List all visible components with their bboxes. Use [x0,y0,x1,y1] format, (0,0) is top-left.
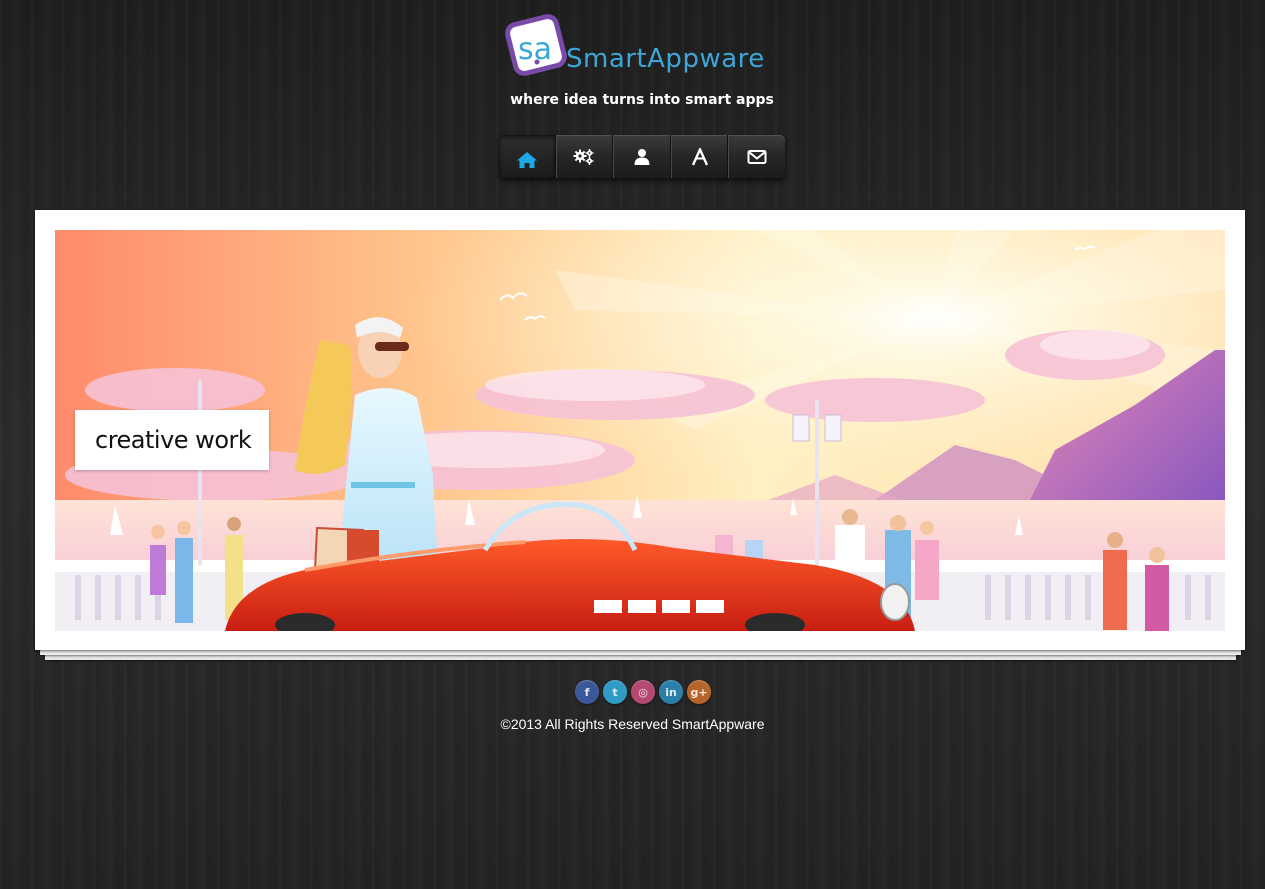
dribbble-icon[interactable]: ◎ [631,680,655,704]
linkedin-icon[interactable]: in [659,680,683,704]
gears-icon [573,148,594,165]
nav-about[interactable] [613,135,671,178]
twitter-icon[interactable]: t [603,680,627,704]
copyright: ©2013 All Rights Reserved SmartAppware [500,716,765,732]
slide-dot-2[interactable] [628,600,656,613]
tagline: where idea turns into smart apps [510,92,774,108]
slider-panel: creative work [35,210,1245,650]
brand-name[interactable]: SmartAppware [566,44,765,74]
slider-banner-image[interactable]: creative work [55,230,1225,631]
nav-contact[interactable] [728,135,785,178]
slide-dot-1[interactable] [594,600,622,613]
facebook-icon[interactable]: f [575,680,599,704]
user-icon [634,148,650,165]
nav-home[interactable] [499,135,556,178]
letter-a-icon [691,147,708,165]
social-links: f t ◎ in g+ [575,680,711,704]
slide-dot-3[interactable] [662,600,690,613]
slide-dot-4[interactable] [696,600,724,613]
home-icon [516,152,537,168]
main-nav [499,135,785,178]
google-plus-icon[interactable]: g+ [687,680,711,704]
envelope-icon [747,149,767,164]
nav-services[interactable] [555,135,614,178]
slide-caption: creative work [75,410,269,470]
logo-mark[interactable]: sa [504,13,568,77]
slide-pager [594,600,724,613]
nav-apps[interactable] [670,135,729,178]
